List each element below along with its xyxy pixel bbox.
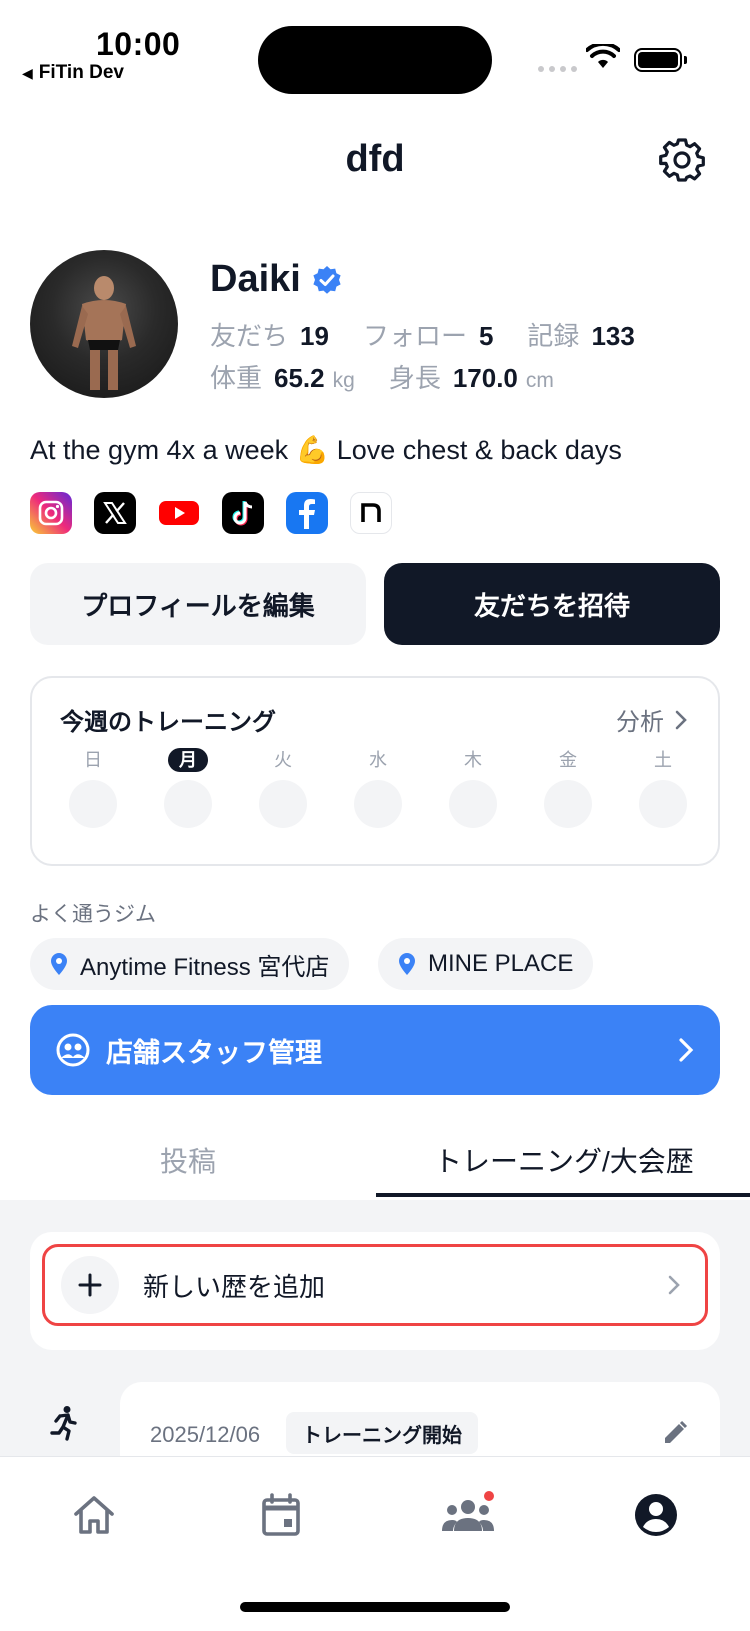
records-count[interactable]: 133 (591, 321, 634, 352)
status-time: 10:00 (96, 26, 181, 62)
add-history-card: 新しい歴を追加 (30, 1232, 720, 1350)
analysis-link[interactable]: 分析 (616, 702, 688, 737)
week-day-circle (164, 780, 212, 828)
facebook-icon[interactable] (286, 492, 328, 534)
gym-name: Anytime Fitness 宮代店 (80, 953, 330, 981)
gym-chip[interactable]: Anytime Fitness 宮代店 (30, 938, 350, 990)
friends-label[interactable]: 友だち (210, 316, 288, 353)
instagram-icon[interactable] (30, 492, 72, 534)
week-day-circle (449, 780, 497, 828)
note-icon[interactable] (350, 492, 392, 534)
staff-group-icon (56, 1033, 90, 1067)
avatar[interactable] (30, 250, 178, 398)
tiktok-icon[interactable] (222, 492, 264, 534)
tab-posts[interactable]: 投稿 (160, 1140, 216, 1180)
week-day-label: 日 (84, 750, 102, 770)
edit-profile-button[interactable]: プロフィールを編集 (30, 563, 366, 645)
weight-unit: kg (332, 369, 355, 392)
friends-count[interactable]: 19 (300, 321, 329, 352)
battery-icon (634, 48, 687, 72)
back-triangle-icon: ◀ (22, 64, 33, 81)
weekly-training-card: 今週のトレーニング 分析 日 月 火 水 木 金 土 (30, 676, 720, 866)
edit-pencil-icon[interactable] (662, 1420, 688, 1446)
location-pin-icon (399, 953, 415, 975)
weight-value: 65.2 (274, 363, 325, 393)
chevron-right-icon (668, 1275, 680, 1295)
week-day[interactable]: 土 (638, 748, 688, 828)
add-history-button[interactable]: 新しい歴を追加 (42, 1244, 708, 1326)
week-day[interactable]: 金 (543, 748, 593, 828)
week-day-label: 木 (464, 750, 482, 770)
avatar-photo (72, 276, 136, 390)
records-label[interactable]: 記録 (527, 316, 579, 353)
gym-name: MINE PLACE (428, 950, 574, 977)
gym-chip[interactable]: MINE PLACE (378, 938, 594, 990)
follow-label[interactable]: フォロー (363, 316, 467, 353)
tab-training-history[interactable]: トレーニング/大会歴 (434, 1140, 694, 1180)
profile-name-row: Daiki (210, 258, 343, 301)
week-day-label: 火 (274, 750, 292, 770)
dynamic-island (258, 26, 492, 94)
frequent-gyms-label: よく通うジム (30, 903, 156, 926)
running-icon (50, 1406, 77, 1441)
signal-icon (538, 66, 577, 72)
body-stats: 体重 65.2 kg 身長 170.0 cm (210, 358, 588, 395)
youtube-icon[interactable] (158, 492, 200, 534)
entry-date: 2025/12/06 (150, 1422, 261, 1447)
entry-tag: トレーニング開始 (286, 1412, 478, 1454)
week-day-circle (259, 780, 307, 828)
weight-label: 体重 (210, 363, 263, 393)
invite-friends-button[interactable]: 友だちを招待 (384, 563, 720, 645)
height-unit: cm (525, 369, 554, 392)
week-day[interactable]: 月 (163, 748, 213, 828)
home-indicator (240, 1602, 510, 1612)
height-value: 170.0 (452, 363, 518, 393)
social-links (30, 492, 392, 534)
follow-count[interactable]: 5 (479, 321, 493, 352)
week-day[interactable]: 日 (68, 748, 118, 828)
week-day-label: 金 (559, 750, 577, 770)
store-staff-management-button[interactable]: 店舗スタッフ管理 (30, 1005, 720, 1095)
gear-icon[interactable] (658, 136, 706, 184)
back-to-app-link[interactable]: ◀ FiTin Dev (22, 62, 124, 84)
active-tab-indicator (376, 1193, 750, 1197)
week-day-circle (354, 780, 402, 828)
staff-management-label: 店舗スタッフ管理 (106, 1037, 322, 1068)
week-day-circle (544, 780, 592, 828)
wifi-icon (586, 44, 620, 68)
plus-icon (61, 1256, 119, 1314)
page-title: dfd (345, 138, 405, 180)
week-day[interactable]: 火 (258, 748, 308, 828)
height-label: 身長 (388, 363, 441, 393)
profile-stats: 友だち 19 フォロー 5 記録 133 (210, 316, 669, 353)
verified-badge-icon (313, 265, 341, 294)
week-day[interactable]: 木 (448, 748, 498, 828)
week-day-label: 土 (654, 750, 672, 770)
chevron-right-icon (679, 1038, 694, 1062)
profile-name: Daiki (210, 258, 301, 300)
location-pin-icon (51, 953, 67, 975)
home-icon[interactable] (64, 1485, 124, 1545)
analysis-label: 分析 (616, 709, 664, 736)
profile-bio: At the gym 4x a week 💪 Love chest & back… (30, 435, 622, 465)
week-days: 日月火水木金土 (68, 748, 688, 828)
notification-badge (482, 1489, 496, 1503)
calendar-icon[interactable] (251, 1485, 311, 1545)
chevron-right-icon (675, 710, 687, 729)
week-day[interactable]: 水 (353, 748, 403, 828)
week-day-circle (69, 780, 117, 828)
weekly-training-title: 今週のトレーニング (60, 709, 276, 736)
week-day-label: 月 (168, 748, 208, 772)
back-app-label: FiTin Dev (38, 62, 124, 83)
add-history-label: 新しい歴を追加 (143, 1271, 326, 1302)
x-icon[interactable] (94, 492, 136, 534)
friends-icon[interactable] (438, 1485, 498, 1545)
week-day-label: 水 (369, 750, 387, 770)
week-day-circle (639, 780, 687, 828)
profile-icon[interactable] (626, 1485, 686, 1545)
